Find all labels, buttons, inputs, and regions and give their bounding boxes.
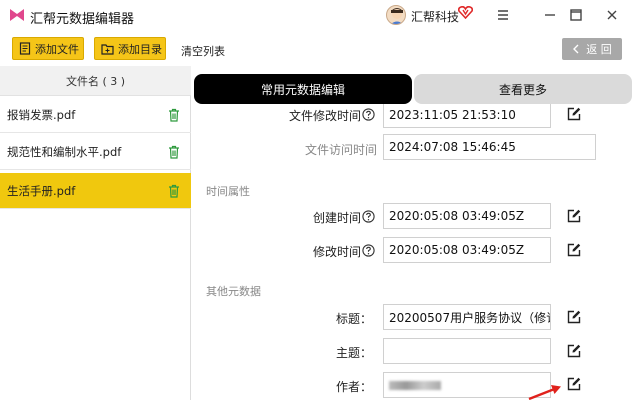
file-list-header: 文件名 ( 3 ) bbox=[0, 66, 191, 96]
trash-icon[interactable] bbox=[168, 184, 180, 198]
file-name: 规范性和编制水平.pdf bbox=[7, 144, 122, 159]
app-logo-icon bbox=[10, 9, 24, 21]
file-list-item-selected[interactable]: 生活手册.pdf bbox=[0, 173, 191, 209]
toolbar: 添加文件 添加目录 清空列表 返 回 bbox=[0, 32, 632, 66]
file-accessed-time-field: 2024:07:08 15:46:45 bbox=[383, 134, 596, 160]
blurred-author-value bbox=[389, 380, 441, 390]
file-accessed-time-label: 文件访问时间 bbox=[304, 143, 377, 157]
subject-field[interactable] bbox=[383, 338, 551, 364]
vip-heart-icon[interactable] bbox=[458, 6, 473, 19]
modified-time-label: 修改时间 bbox=[312, 245, 361, 259]
app-title: 汇帮元数据编辑器 bbox=[30, 12, 135, 27]
tab-common-metadata[interactable]: 常用元数据编辑 bbox=[194, 74, 412, 104]
created-time-field[interactable]: 2020:05:08 03:49:05Z bbox=[383, 203, 551, 229]
add-directory-label: 添加目录 bbox=[118, 42, 162, 56]
edit-icon[interactable] bbox=[567, 344, 581, 358]
trash-icon[interactable] bbox=[168, 108, 180, 122]
minimize-icon[interactable] bbox=[541, 6, 559, 24]
file-icon bbox=[19, 42, 31, 55]
file-name: 报销发票.pdf bbox=[7, 107, 76, 122]
metadata-form: 文件修改时间 2023:11:05 21:53:10 文件访问时间 2024:0… bbox=[192, 104, 632, 400]
trash-icon[interactable] bbox=[168, 145, 180, 159]
menu-icon[interactable] bbox=[494, 6, 512, 24]
folder-add-icon bbox=[101, 43, 114, 55]
author-field[interactable] bbox=[383, 372, 551, 398]
created-time-label: 创建时间 bbox=[312, 211, 361, 225]
back-label: 返 回 bbox=[586, 43, 612, 56]
title-field[interactable]: 20200507用户服务协议（修订版 bbox=[383, 304, 551, 330]
title-bar: 汇帮元数据编辑器 汇帮科技 bbox=[0, 0, 632, 32]
edit-icon[interactable] bbox=[567, 107, 581, 121]
close-icon[interactable] bbox=[603, 6, 621, 24]
help-icon[interactable] bbox=[362, 108, 375, 121]
section-other-metadata: 其他元数据 bbox=[206, 285, 261, 298]
back-button[interactable]: 返 回 bbox=[562, 38, 622, 60]
clear-list-button[interactable]: 清空列表 bbox=[181, 43, 225, 59]
modified-time-field[interactable]: 2020:05:08 03:49:05Z bbox=[383, 237, 551, 263]
user-avatar-icon bbox=[391, 8, 403, 24]
edit-icon[interactable] bbox=[567, 377, 581, 391]
edit-icon[interactable] bbox=[567, 209, 581, 223]
avatar[interactable] bbox=[386, 5, 406, 25]
file-modified-time-field[interactable]: 2023:11:05 21:53:10 bbox=[383, 104, 551, 128]
help-icon[interactable] bbox=[362, 244, 375, 257]
tab-view-more[interactable]: 查看更多 bbox=[414, 74, 632, 104]
edit-icon[interactable] bbox=[567, 310, 581, 324]
chevron-left-icon bbox=[573, 44, 579, 54]
red-arrow-icon bbox=[528, 385, 561, 400]
maximize-icon[interactable] bbox=[567, 6, 585, 24]
title-label: 标题： bbox=[335, 312, 372, 326]
add-file-button[interactable]: 添加文件 bbox=[12, 37, 84, 60]
add-file-label: 添加文件 bbox=[35, 42, 79, 56]
help-icon[interactable] bbox=[362, 210, 375, 223]
tab-bar: 常用元数据编辑 查看更多 bbox=[192, 74, 632, 104]
author-label: 作者： bbox=[335, 380, 372, 394]
file-modified-time-label: 文件修改时间 bbox=[289, 109, 362, 123]
section-time-attributes: 时间属性 bbox=[206, 185, 250, 198]
file-name: 生活手册.pdf bbox=[7, 183, 76, 198]
file-list-item[interactable]: 报销发票.pdf bbox=[0, 97, 191, 133]
subject-label: 主题： bbox=[335, 346, 372, 360]
add-directory-button[interactable]: 添加目录 bbox=[94, 37, 166, 60]
user-name[interactable]: 汇帮科技 bbox=[411, 8, 459, 25]
file-list-panel: 文件名 ( 3 ) 报销发票.pdf 规范性和编制水平.pdf 生活手册.pdf bbox=[0, 66, 191, 400]
edit-icon[interactable] bbox=[567, 243, 581, 257]
file-list-item[interactable]: 规范性和编制水平.pdf bbox=[0, 134, 191, 170]
